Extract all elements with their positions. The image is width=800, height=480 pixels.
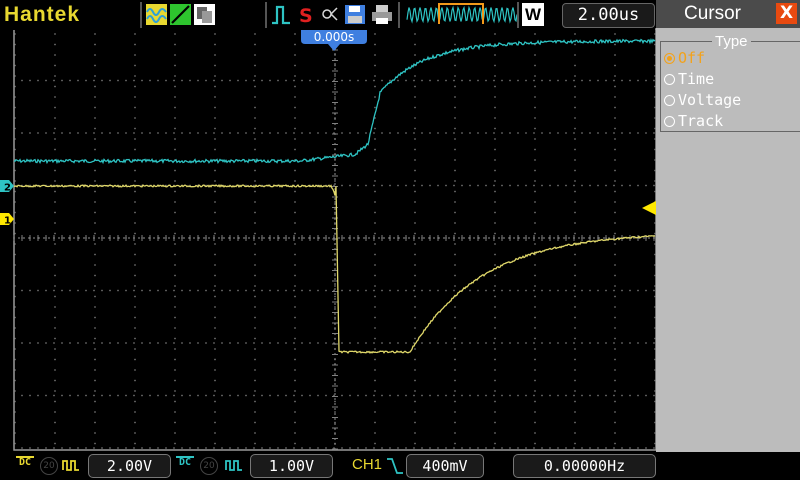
option-label: Voltage [678,91,742,109]
ch2-scale-readout[interactable]: 1.00V [250,454,333,478]
ch1-coupling-icon[interactable]: DC [16,456,34,476]
brand-logo: Hantek [4,3,81,26]
toolbar-divider [265,2,267,28]
bottom-status-bar: DC 20 2.00V DC 20 1.00V CH1 400mV 0.0000… [0,452,800,480]
option-label: Time [678,70,715,88]
persistence-icon[interactable] [194,4,215,25]
cursor-option-time[interactable]: Time [664,69,714,89]
top-toolbar: Hantek S W 2.00us [0,0,655,30]
ch1-probe-icon[interactable] [62,458,80,472]
toolbar-divider [517,2,519,28]
waveform-icon[interactable] [146,4,167,25]
cursor-option-track[interactable]: Track [664,111,723,131]
ch1-bandwidth-limit-icon[interactable]: 20 [40,457,58,475]
trigger-time-label: 0.000s [314,30,355,44]
print-icon[interactable] [371,4,393,25]
timebase-readout[interactable]: 2.00us [562,3,655,28]
option-label: Track [678,112,724,130]
ch1-marker-label: 1 [4,216,11,227]
falling-edge-icon[interactable] [386,457,404,475]
radio-icon [664,94,675,106]
radio-icon [664,115,675,127]
ch2-probe-icon[interactable] [225,458,243,472]
line-mode-icon[interactable] [170,4,191,25]
radio-icon [664,73,675,85]
frequency-readout: 0.00000Hz [513,454,656,478]
toolbar-divider [140,2,142,28]
usb-icon [322,7,338,21]
option-label: Off [678,49,706,67]
toolbar-divider [398,2,400,28]
radio-selected-icon [664,52,675,64]
save-icon[interactable] [344,4,366,25]
cursor-option-voltage[interactable]: Voltage [664,90,741,110]
ch2-coupling-icon[interactable]: DC [176,456,194,476]
panel-header: Cursor X [656,0,800,28]
cursor-menu-panel: Cursor X Type Off Time Voltage Track [656,0,800,480]
trigger-level-readout[interactable]: 400mV [406,454,484,478]
trigger-source-label[interactable]: CH1 [352,454,382,476]
close-button[interactable]: X [776,3,797,24]
type-group-label: Type [712,33,751,50]
memory-map-icon[interactable] [405,3,519,24]
waveform-display[interactable]: 0.000s 2 1 [0,0,656,452]
cursor-option-off[interactable]: Off [664,48,705,68]
svg-text:S: S [299,5,313,25]
ch2-marker-label: 2 [4,183,11,194]
trigger-edge-icon[interactable] [270,4,292,25]
ch1-scale-readout[interactable]: 2.00V [88,454,171,478]
stop-icon[interactable]: S [297,4,317,25]
panel-title: Cursor [684,3,742,24]
timebase-mode-label: W [522,3,544,26]
ch2-bandwidth-limit-icon[interactable]: 20 [200,457,218,475]
